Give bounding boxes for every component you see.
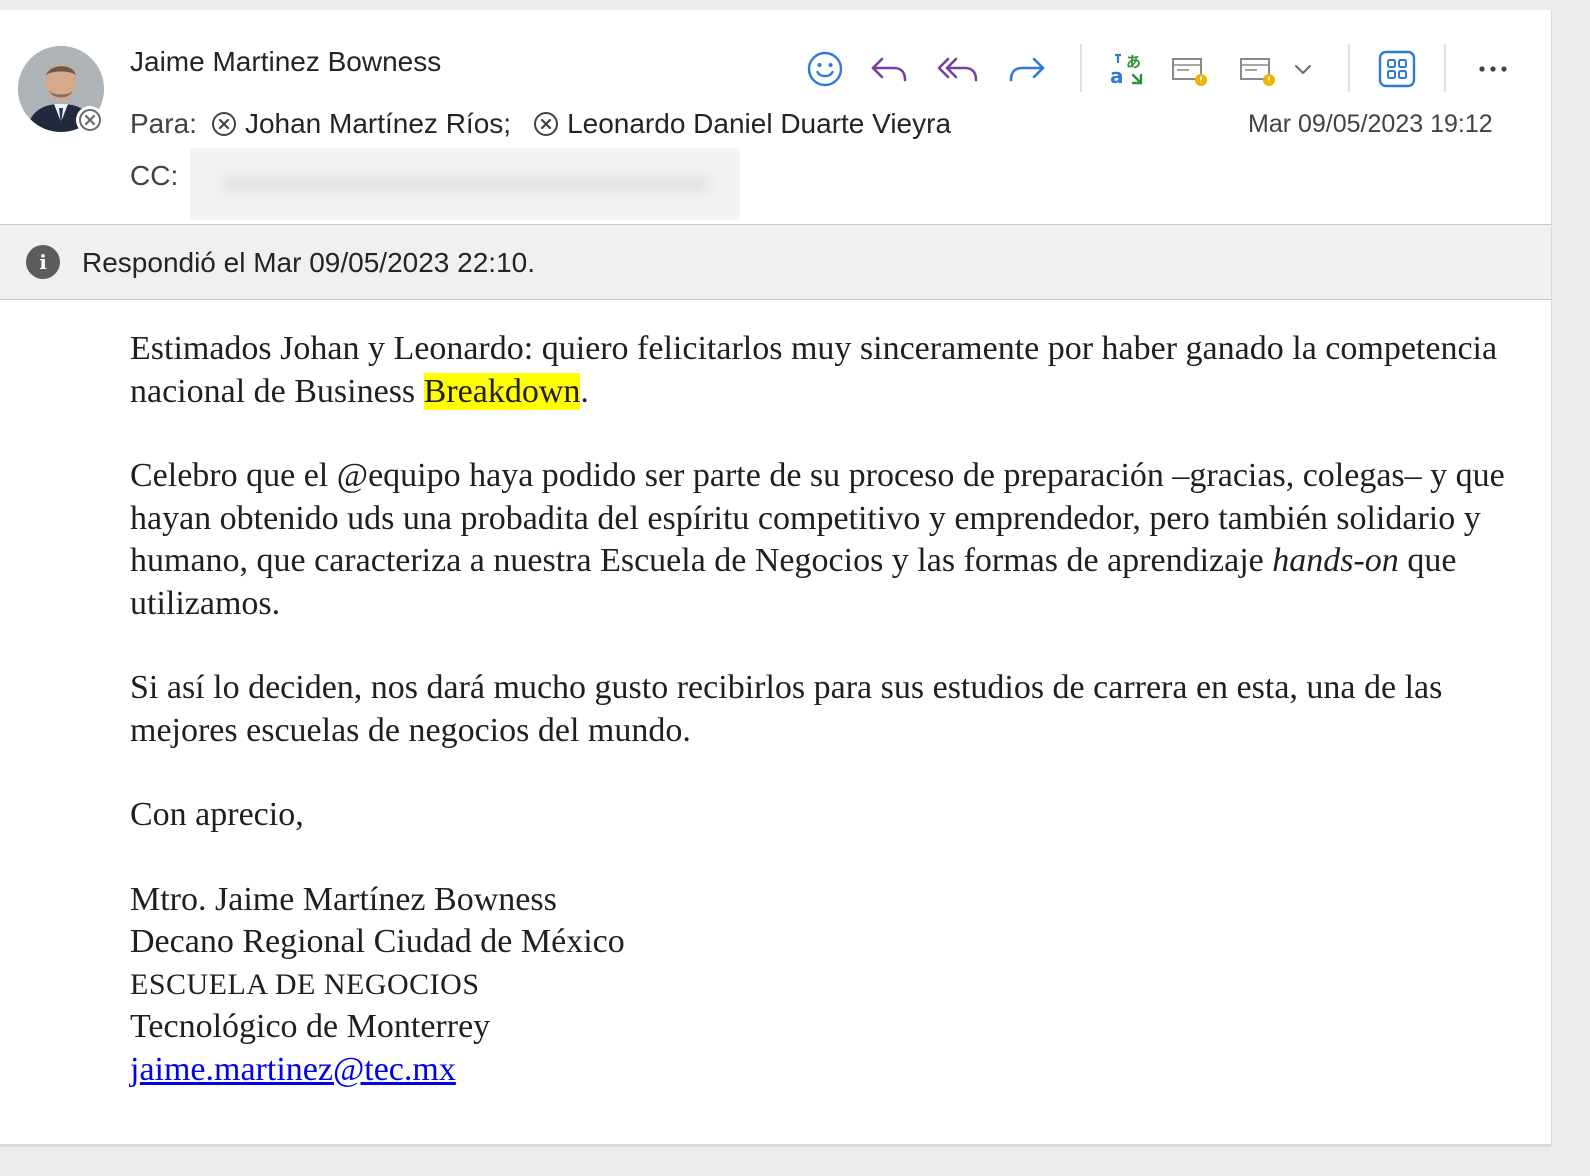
paragraph-1: Estimados Johan y Leonardo: quiero felic… xyxy=(130,330,1498,410)
recipient-leonardo[interactable]: Leonardo Daniel Duarte Vieyra xyxy=(533,108,951,140)
message-toolbar: a あ xyxy=(800,36,1530,100)
message-body: Estimados Johan y Leonardo: quiero felic… xyxy=(130,328,1510,1091)
chevron-down-icon[interactable] xyxy=(1280,46,1326,92)
reply-info-bar: i Respondió el Mar 09/05/2023 22:10. xyxy=(0,224,1551,300)
signature-school: ESCUELA DE NEGOCIOS xyxy=(130,967,480,1001)
remove-recipient-icon xyxy=(534,112,559,136)
message-card: Jaime Martinez Bowness Para: Johan Martí… xyxy=(0,10,1552,1145)
signature-title: Decano Regional Ciudad de México xyxy=(130,923,625,960)
forward-icon[interactable] xyxy=(1004,46,1050,92)
sender-name[interactable]: Jaime Martinez Bowness xyxy=(130,46,441,78)
translate-icon[interactable]: a あ xyxy=(1104,46,1150,92)
reply-icon[interactable] xyxy=(866,46,912,92)
recipient-name: Johan Martínez Ríos; xyxy=(244,108,512,139)
info-icon: i xyxy=(26,245,60,279)
paragraph-3: Si así lo deciden, nos dará mucho gusto … xyxy=(130,669,1443,749)
signature-email-link[interactable]: jaime.martinez@tec.mx xyxy=(130,1051,456,1088)
paragraph-2: Celebro que el @equipo haya podido ser p… xyxy=(130,457,1505,622)
card-bottom-edge xyxy=(0,1145,1551,1147)
cc-recipients-redacted xyxy=(190,148,740,220)
reply-info-text: Respondió el Mar 09/05/2023 22:10. xyxy=(82,247,535,278)
recipient-name: Leonardo Daniel Duarte Vieyra xyxy=(567,108,952,139)
more-icon[interactable] xyxy=(1470,46,1516,92)
report-dropdown-icon[interactable] xyxy=(1234,46,1280,92)
toolbar-separator xyxy=(1348,44,1350,92)
presence-blocked-icon xyxy=(76,106,104,134)
cc-row: CC: xyxy=(130,160,178,192)
to-label: Para: xyxy=(130,108,197,139)
highlighted-word: Breakdown xyxy=(423,372,581,410)
signature-org: Tecnológico de Monterrey xyxy=(130,1008,491,1045)
italic-term: hands-on xyxy=(1272,542,1399,579)
apps-icon[interactable] xyxy=(1374,46,1420,92)
svg-text:あ: あ xyxy=(1126,53,1141,71)
remove-recipient-icon xyxy=(211,112,236,136)
message-header: Jaime Martinez Bowness Para: Johan Martí… xyxy=(0,10,1551,222)
svg-text:a: a xyxy=(1110,64,1124,88)
cc-label: CC: xyxy=(130,160,179,191)
recipient-johan[interactable]: Johan Martínez Ríos; xyxy=(211,108,511,140)
reply-all-icon[interactable] xyxy=(934,46,980,92)
sent-datetime: Mar 09/05/2023 19:12 xyxy=(1248,110,1493,138)
signature: Mtro. Jaime Martínez Bowness Decano Regi… xyxy=(130,879,1510,1092)
signature-name: Mtro. Jaime Martínez Bowness xyxy=(130,880,557,918)
toolbar-separator xyxy=(1444,44,1446,92)
report-icon[interactable] xyxy=(1166,46,1212,92)
smiley-icon[interactable] xyxy=(802,46,848,92)
toolbar-separator xyxy=(1080,44,1082,92)
to-row: Para: Johan Martínez Ríos; Leonardo Dani… xyxy=(130,108,973,140)
closing: Con aprecio, xyxy=(130,796,304,833)
